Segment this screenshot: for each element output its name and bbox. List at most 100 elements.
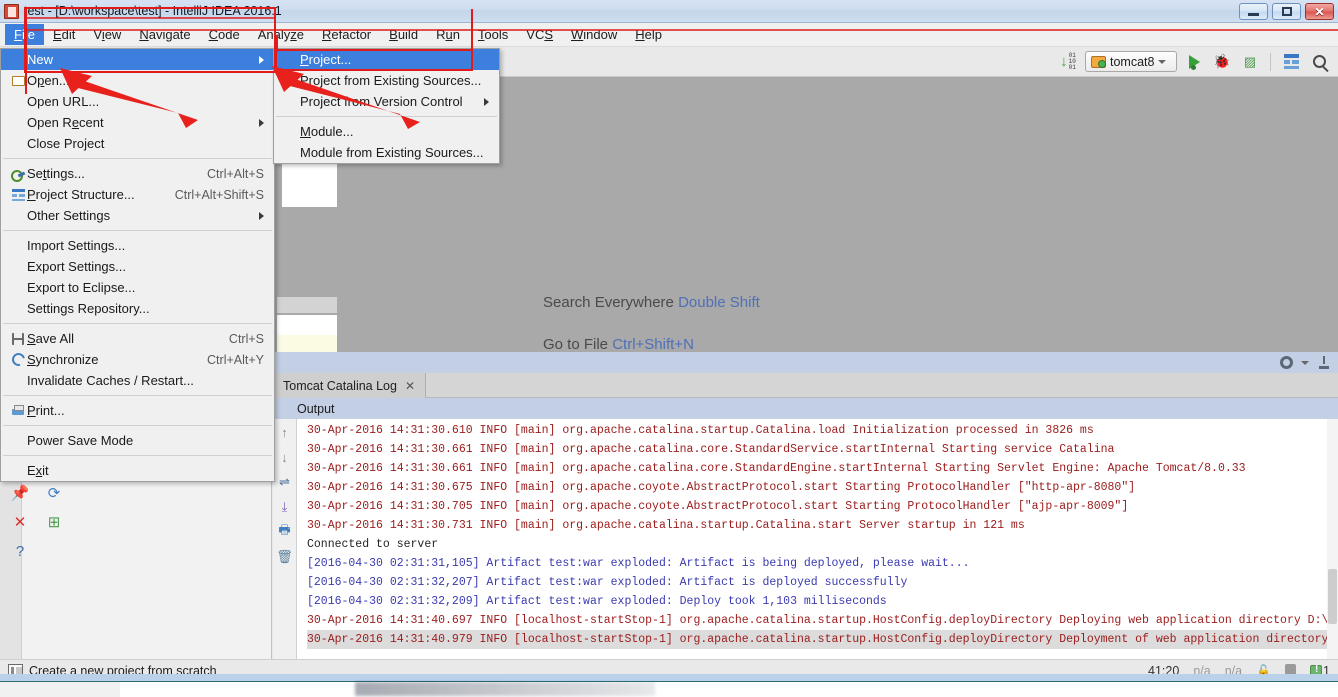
- menu-item-label: Settings...: [27, 166, 85, 181]
- run-icon[interactable]: [1183, 51, 1205, 73]
- menubar-item-file[interactable]: File: [5, 24, 44, 45]
- console-line: 30-Apr-2016 14:31:30.661 INFO [main] org…: [307, 462, 1246, 475]
- print-icon[interactable]: 🖶: [277, 522, 293, 540]
- file-menu-item-exit[interactable]: Exit: [1, 460, 274, 481]
- scroll-to-end-icon[interactable]: ⤓: [277, 499, 293, 515]
- menubar-item-view[interactable]: View: [84, 24, 130, 45]
- run-configuration-label: tomcat8: [1110, 54, 1155, 69]
- tool-window-tabs: Tomcat Catalina Log ✕: [273, 373, 1338, 398]
- search-everywhere-icon[interactable]: [1308, 51, 1330, 73]
- file-menu-item-close-project[interactable]: Close Project: [1, 133, 274, 154]
- menu-item-label: Export to Eclipse...: [27, 280, 136, 295]
- down-arrow-icon[interactable]: ↓: [277, 449, 293, 465]
- new-submenu-item-project[interactable]: Project...: [274, 49, 499, 70]
- menubar-item-tools[interactable]: Tools: [469, 24, 517, 45]
- menu-item-label: Open...: [27, 73, 70, 88]
- desktop-taskbar: [0, 681, 1338, 697]
- document-fragment-2: [277, 297, 337, 313]
- menubar-item-refactor[interactable]: Refactor: [313, 24, 380, 45]
- scrollbar-thumb[interactable]: [1328, 569, 1337, 624]
- menu-separator: [3, 455, 272, 456]
- menubar-item-analyze[interactable]: Analyze: [249, 24, 313, 45]
- help-icon[interactable]: ?: [11, 542, 29, 560]
- trash-icon[interactable]: 🗑: [276, 549, 293, 565]
- console-output[interactable]: 30-Apr-2016 14:31:30.610 INFO [main] org…: [297, 419, 1332, 659]
- chevron-down-icon: [1158, 59, 1167, 64]
- menubar-item-edit[interactable]: Edit: [44, 24, 84, 45]
- file-menu-item-other-settings[interactable]: Other Settings: [1, 205, 274, 226]
- structure-icon: [11, 188, 25, 201]
- maximize-button[interactable]: [1272, 3, 1301, 20]
- rerun-icon[interactable]: ⟳: [45, 484, 63, 502]
- close-button[interactable]: ✕: [1305, 3, 1334, 20]
- menubar-item-code[interactable]: Code: [200, 24, 249, 45]
- soft-wrap-icon[interactable]: ⇌: [277, 474, 293, 490]
- menubar-item-navigate[interactable]: Navigate: [130, 24, 199, 45]
- file-menu-item-print[interactable]: Print...: [1, 400, 274, 421]
- window-controls: ✕: [1239, 3, 1334, 20]
- menubar-item-help[interactable]: Help: [626, 24, 671, 45]
- menu-item-label: Power Save Mode: [27, 433, 134, 448]
- console-line: 30-Apr-2016 14:31:30.705 INFO [main] org…: [307, 500, 1129, 513]
- download-binary-icon[interactable]: ↓ 01 10 01: [1057, 51, 1079, 73]
- new-submenu-item-module[interactable]: Module...: [274, 121, 499, 142]
- console-line: [2016-04-30 02:31:32,207] Artifact test:…: [307, 576, 908, 589]
- console-line: 30-Apr-2016 14:31:40.979 INFO [localhost…: [307, 630, 1332, 649]
- file-menu-item-export-to-eclipse[interactable]: Export to Eclipse...: [1, 277, 274, 298]
- file-menu-item-open[interactable]: Open...: [1, 70, 274, 91]
- new-submenu-item-project-from-existing-sources[interactable]: Project from Existing Sources...: [274, 70, 499, 91]
- pin-icon[interactable]: 📌: [11, 484, 30, 502]
- menu-item-label: Module...: [300, 124, 354, 139]
- menubar-item-run[interactable]: Run: [427, 24, 469, 45]
- file-menu-item-new[interactable]: New: [1, 49, 274, 70]
- settings-gear-icon[interactable]: [1280, 356, 1293, 369]
- chevron-down-icon[interactable]: [1301, 360, 1309, 365]
- menu-separator: [3, 425, 272, 426]
- file-menu-item-settings[interactable]: Settings... Ctrl+Alt+S: [1, 163, 274, 184]
- tab-tomcat-catalina-log[interactable]: Tomcat Catalina Log ✕: [273, 373, 427, 398]
- menu-separator: [3, 230, 272, 231]
- file-menu-item-project-structure[interactable]: Project Structure... Ctrl+Alt+Shift+S: [1, 184, 274, 205]
- run-configuration-selector[interactable]: tomcat8: [1085, 51, 1177, 72]
- new-submenu-item-module-from-existing-sources[interactable]: Module from Existing Sources...: [274, 142, 499, 163]
- minimize-button[interactable]: [1239, 3, 1268, 20]
- file-menu-item-export-settings[interactable]: Export Settings...: [1, 256, 274, 277]
- print-icon: [9, 404, 27, 417]
- run-with-coverage-icon[interactable]: ▨: [1239, 51, 1261, 73]
- file-menu-item-import-settings[interactable]: Import Settings...: [1, 235, 274, 256]
- close-icon[interactable]: ✕: [405, 379, 415, 393]
- menu-item-label: Exit: [27, 463, 49, 478]
- file-menu-item-open-recent[interactable]: Open Recent: [1, 112, 274, 133]
- file-menu-item-settings-repository[interactable]: Settings Repository...: [1, 298, 274, 319]
- console-line: 30-Apr-2016 14:31:40.697 INFO [localhost…: [307, 614, 1332, 627]
- taskbar-left-region: [0, 682, 120, 697]
- tip-shortcut: Ctrl+Shift+N: [612, 336, 694, 353]
- taskbar-blurred-text: [355, 682, 655, 696]
- settings-icon: [9, 168, 27, 182]
- document-fragment-3: [277, 315, 337, 335]
- file-menu-item-power-save-mode[interactable]: Power Save Mode: [1, 430, 274, 451]
- run-tool-window: Tomcat Catalina Log ✕ Output ↑ ↓ ⇌ ⤓ 🖶 🗑…: [273, 352, 1338, 659]
- hide-window-icon[interactable]: [1317, 356, 1330, 369]
- file-menu-item-invalidate-caches-restart[interactable]: Invalidate Caches / Restart...: [1, 370, 274, 391]
- file-menu-item-save-all[interactable]: Save All Ctrl+S: [1, 328, 274, 349]
- menu-separator: [3, 323, 272, 324]
- file-menu-item-synchronize[interactable]: Synchronize Ctrl+Alt+Y: [1, 349, 274, 370]
- update-app-icon[interactable]: ⊞: [45, 513, 63, 531]
- up-arrow-icon[interactable]: ↑: [277, 424, 293, 440]
- save-icon: [12, 332, 24, 345]
- menubar-item-build[interactable]: Build: [380, 24, 427, 45]
- file-menu-item-open-url[interactable]: Open URL...: [1, 91, 274, 112]
- menu-item-label: Project Structure...: [27, 187, 135, 202]
- menubar-item-window[interactable]: Window: [562, 24, 626, 45]
- console-line: 30-Apr-2016 14:31:30.661 INFO [main] org…: [307, 443, 1115, 456]
- new-submenu-item-project-from-version-control[interactable]: Project from Version Control: [274, 91, 499, 112]
- console-line: [2016-04-30 02:31:32,209] Artifact test:…: [307, 595, 887, 608]
- console-scrollbar[interactable]: [1327, 419, 1338, 659]
- project-structure-icon[interactable]: [1280, 51, 1302, 73]
- debug-icon[interactable]: 🐞: [1211, 51, 1233, 73]
- tab-label: Tomcat Catalina Log: [283, 378, 397, 393]
- menubar-item-vcs[interactable]: VCS: [517, 24, 562, 45]
- close-icon[interactable]: ✕: [11, 513, 29, 531]
- submenu-arrow-icon: [259, 211, 264, 220]
